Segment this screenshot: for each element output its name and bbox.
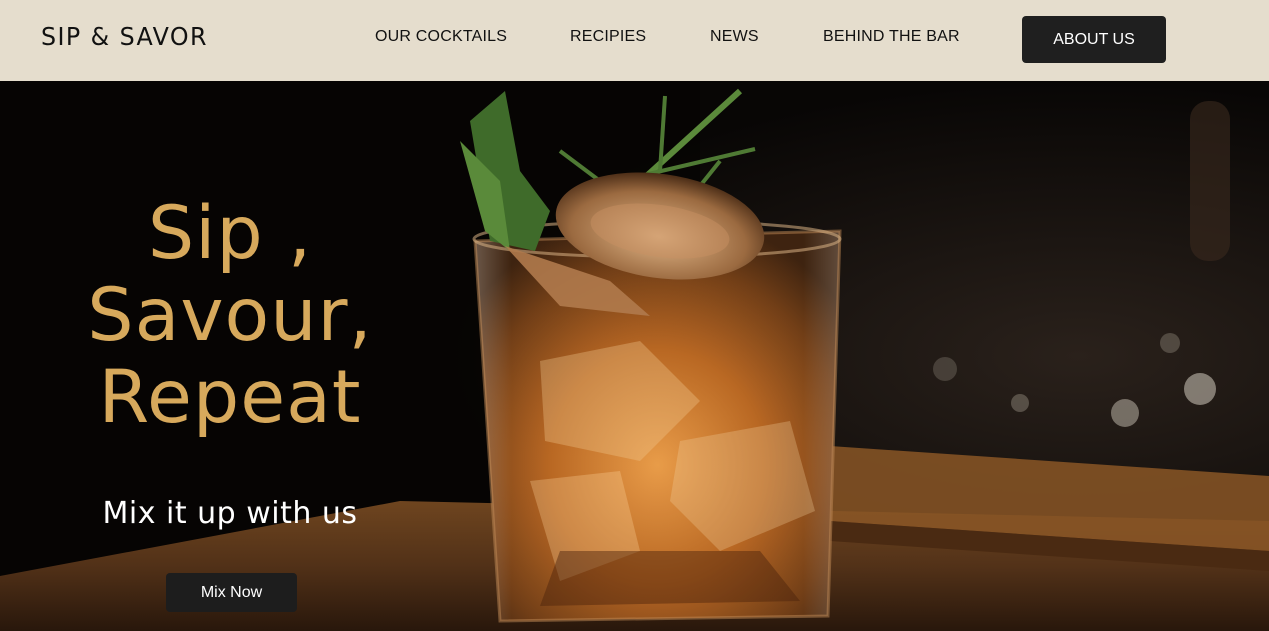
headline-line-3: Repeat [98, 355, 362, 440]
hero-section: Sip , Savour, Repeat Mix it up with us M… [0, 81, 1269, 631]
nav-our-cocktails[interactable]: OUR COCKTAILS [375, 28, 507, 46]
brand-logo[interactable]: SIP & SAVOR [41, 22, 208, 51]
about-us-button[interactable]: ABOUT US [1022, 16, 1166, 63]
nav-recipies[interactable]: RECIPIES [570, 28, 646, 46]
mix-now-button[interactable]: Mix Now [166, 573, 297, 612]
top-navbar: SIP & SAVOR OUR COCKTAILS RECIPIES NEWS … [0, 0, 1269, 81]
nav-behind-the-bar[interactable]: BEHIND THE BAR [823, 28, 960, 46]
nav-news[interactable]: NEWS [710, 28, 759, 46]
hero-tagline: Mix it up with us [102, 496, 358, 531]
headline-line-2: Savour, [87, 273, 373, 358]
headline-line-1: Sip , [147, 191, 313, 276]
hero-headline: Sip , Savour, Repeat [0, 193, 460, 439]
